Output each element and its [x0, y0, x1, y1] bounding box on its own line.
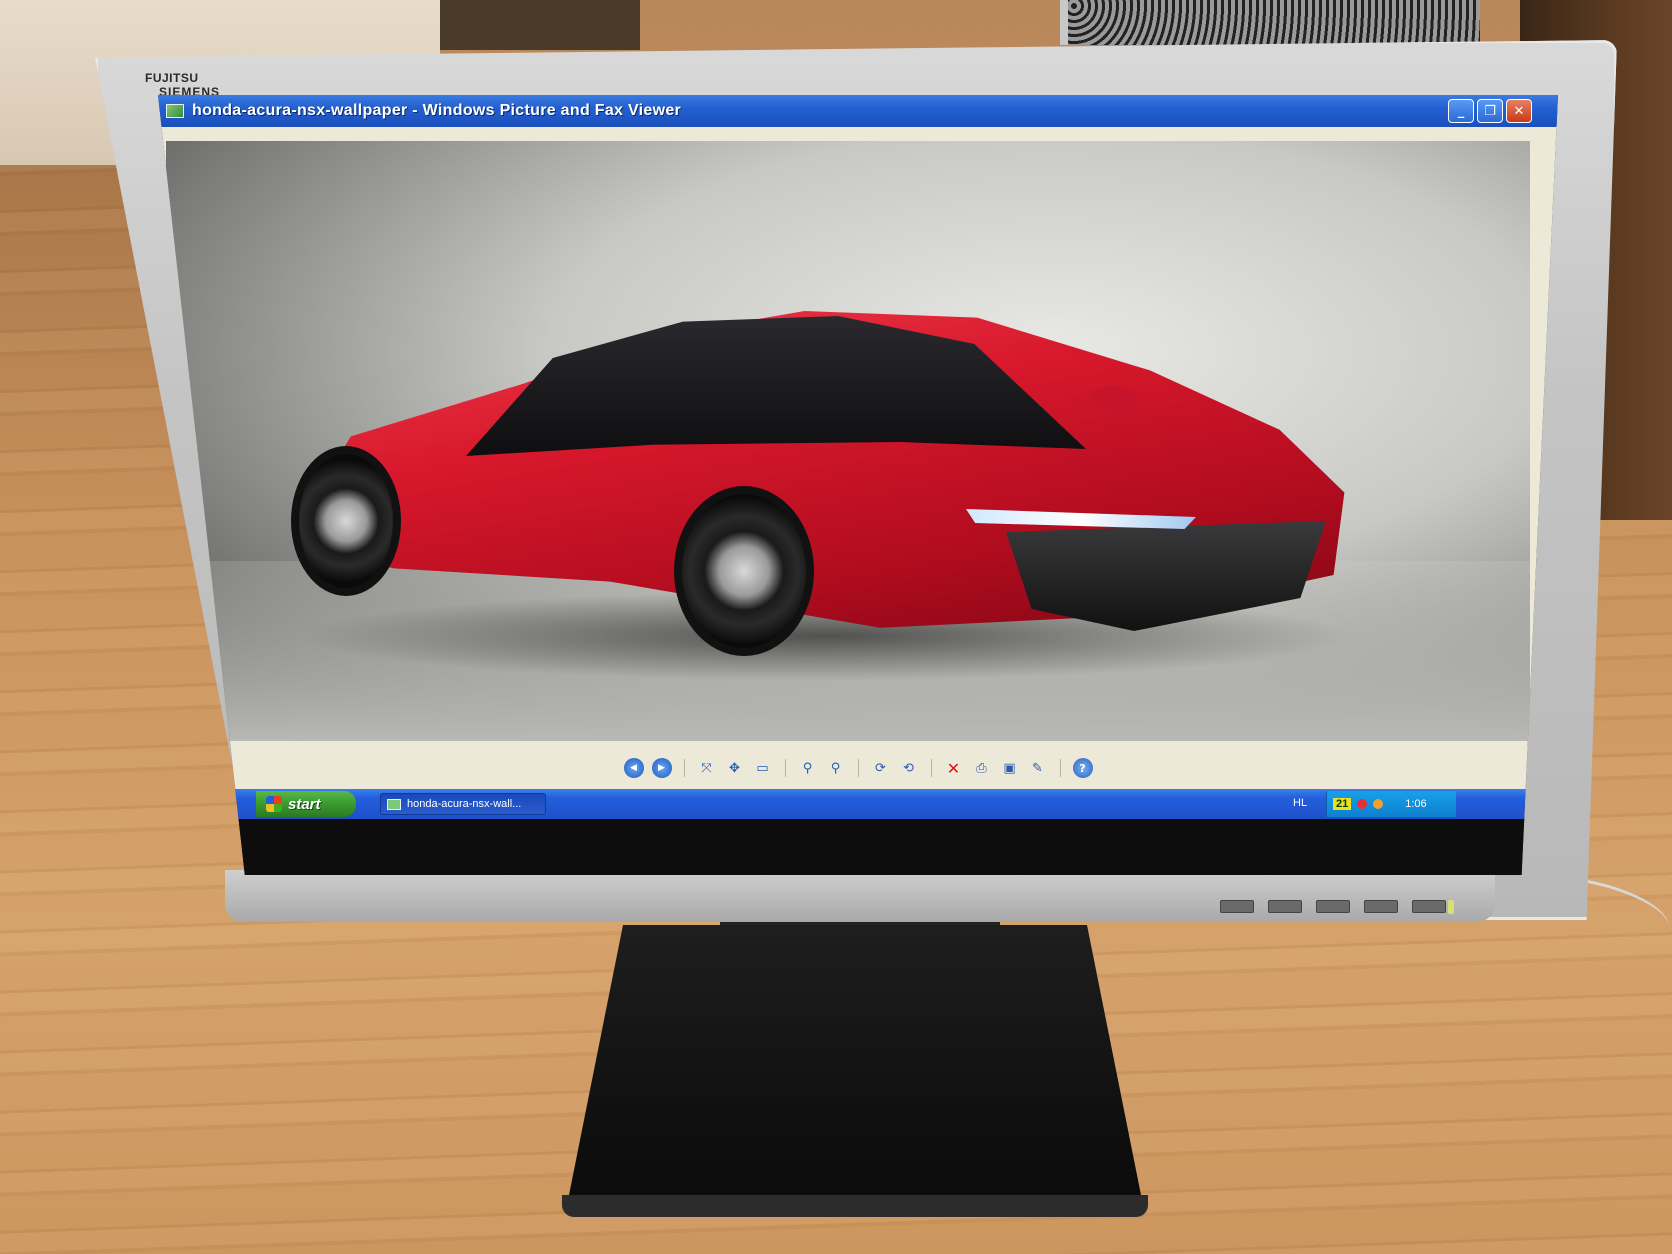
- restore-button[interactable]: ❐: [1477, 99, 1503, 123]
- taskbar-item-label: honda-acura-nsx-wall...: [407, 798, 522, 810]
- previous-image-icon: ◀: [630, 763, 637, 773]
- image-viewer-area: ◀ ▶ ⤧ ✥ ▭ ⚲ ⚲ ⟳ ⟲ ✕ ⎙ ▣ ✎ ?: [158, 139, 1558, 789]
- minimize-icon: _: [1457, 103, 1465, 119]
- toolbar-separator: [930, 759, 932, 777]
- tray-badge[interactable]: 21: [1333, 798, 1352, 810]
- monitor-button-2[interactable]: [1268, 900, 1302, 913]
- power-led: [1448, 900, 1454, 914]
- car-front-wheel: [674, 486, 814, 656]
- windows-taskbar: start honda-acura-nsx-wall... HL 21 1:06: [158, 789, 1558, 819]
- window-frame-strip: [158, 127, 1558, 139]
- slideshow-icon: ▭: [756, 760, 769, 776]
- displayed-image[interactable]: [166, 141, 1530, 741]
- previous-image-button[interactable]: ◀: [623, 758, 644, 778]
- best-fit-button[interactable]: ⤧: [697, 758, 717, 778]
- actual-size-icon: ✥: [729, 760, 740, 776]
- edit-icon: ✎: [1032, 760, 1043, 776]
- print-button[interactable]: ⎙: [972, 758, 992, 778]
- window-titlebar[interactable]: honda-acura-nsx-wallpaper - Windows Pict…: [158, 95, 1558, 127]
- network-icon[interactable]: [1373, 799, 1384, 809]
- monitor-brand-logo: FUJITSU SIEMENS: [145, 72, 245, 98]
- language-indicator[interactable]: HL: [1293, 797, 1307, 809]
- toolbar-separator: [1059, 759, 1061, 777]
- rotate-clockwise-button[interactable]: ⟳: [871, 758, 891, 778]
- print-icon: ⎙: [976, 760, 987, 776]
- monitor-button-4[interactable]: [1364, 900, 1398, 913]
- pc-tower: [1060, 0, 1480, 45]
- zoom-in-button[interactable]: ⚲: [798, 758, 818, 778]
- monitor-stand-base: [565, 925, 1145, 1215]
- save-button[interactable]: ▣: [1000, 758, 1020, 778]
- zoom-in-icon: ⚲: [802, 760, 813, 776]
- picture-viewer-icon: [166, 104, 184, 118]
- taskbar-item-picture-viewer[interactable]: honda-acura-nsx-wall...: [380, 793, 546, 815]
- monitor-button-1[interactable]: [1220, 900, 1254, 913]
- car-rear-wheel: [291, 446, 401, 596]
- close-icon: ✕: [1513, 103, 1525, 119]
- screen-lower-edge: [158, 819, 1558, 875]
- viewer-toolbar: ◀ ▶ ⤧ ✥ ▭ ⚲ ⚲ ⟳ ⟲ ✕ ⎙ ▣ ✎ ?: [158, 747, 1558, 789]
- rotate-counterclockwise-button[interactable]: ⟲: [899, 758, 919, 778]
- window-controls: _ ❐ ✕: [1448, 99, 1532, 123]
- close-button[interactable]: ✕: [1506, 99, 1532, 123]
- toolbar-separator: [784, 759, 786, 777]
- antivirus-icon[interactable]: [1357, 799, 1368, 809]
- restore-icon: ❐: [1484, 103, 1496, 119]
- help-button[interactable]: ?: [1072, 758, 1093, 778]
- delete-icon: ✕: [946, 758, 961, 778]
- windows-logo-icon: [266, 796, 282, 812]
- toolbar-separator: [857, 759, 859, 777]
- best-fit-icon: ⤧: [701, 760, 712, 776]
- zoom-out-button[interactable]: ⚲: [826, 758, 846, 778]
- slideshow-button[interactable]: ▭: [753, 758, 773, 778]
- window-title: honda-acura-nsx-wallpaper - Windows Pict…: [192, 102, 682, 119]
- system-clock[interactable]: 1:06: [1405, 798, 1426, 810]
- next-image-button[interactable]: ▶: [651, 758, 672, 778]
- delete-button[interactable]: ✕: [944, 758, 964, 778]
- picture-viewer-icon: [387, 798, 401, 810]
- rotate-clockwise-icon: ⟳: [875, 760, 886, 776]
- save-icon: ▣: [1003, 760, 1016, 776]
- rotate-counterclockwise-icon: ⟲: [903, 760, 914, 776]
- background-furniture: [440, 0, 640, 50]
- monitor-screen: honda-acura-nsx-wallpaper - Windows Pict…: [158, 95, 1558, 875]
- minimize-button[interactable]: _: [1448, 99, 1474, 123]
- monitor-power-button[interactable]: [1412, 900, 1446, 913]
- monitor-button-3[interactable]: [1316, 900, 1350, 913]
- system-tray: 21 1:06: [1326, 791, 1456, 817]
- brand-line-1: FUJITSU: [145, 71, 199, 85]
- toolbar-separator: [683, 759, 685, 777]
- start-button[interactable]: start: [256, 791, 356, 817]
- start-label: start: [288, 795, 321, 813]
- monitor-hardware-buttons: [1220, 900, 1460, 916]
- actual-size-button[interactable]: ✥: [725, 758, 745, 778]
- monitor-stand-edge: [562, 1195, 1148, 1217]
- edit-button[interactable]: ✎: [1028, 758, 1048, 778]
- help-icon: ?: [1079, 761, 1086, 775]
- zoom-out-icon: ⚲: [830, 760, 841, 776]
- next-image-icon: ▶: [658, 763, 665, 773]
